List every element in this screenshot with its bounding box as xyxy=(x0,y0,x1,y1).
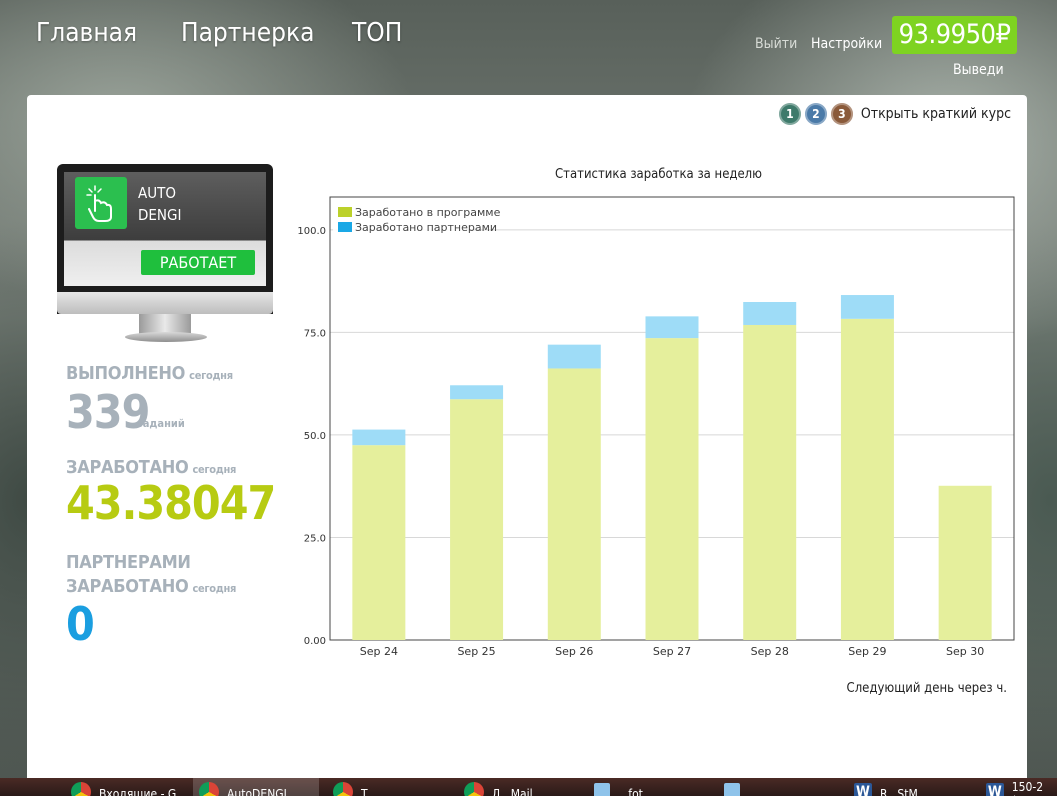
bar-partners xyxy=(840,295,894,319)
legend-label: Заработано партнерами xyxy=(355,221,497,234)
bar-program xyxy=(450,399,504,640)
taskbar-item[interactable]: Д...Mail xyxy=(458,778,584,796)
taskbar-item[interactable]: ...fot... xyxy=(588,778,714,796)
taskbar-item-label: Т xyxy=(361,787,368,796)
x-tick-label: Sep 24 xyxy=(360,645,398,658)
balance-badge: 93.9950₽ xyxy=(892,16,1017,54)
partners-label-text: ЗАРАБОТАНО xyxy=(66,576,189,597)
main-panel: 1 2 3 Открыть краткий курс AUTO DENGI РА… xyxy=(27,95,1027,785)
taskbar-item-label: ...fot... xyxy=(618,787,654,796)
notepad-icon xyxy=(724,783,740,796)
bar-program xyxy=(743,324,797,640)
app-title-line2: DENGI xyxy=(138,206,182,224)
notepad-icon xyxy=(594,783,610,796)
chrome-icon xyxy=(199,782,219,796)
app-title: AUTO DENGI xyxy=(138,182,181,226)
chart-title: Статистика заработка за неделю xyxy=(555,167,762,182)
legend-label: Заработано в программе xyxy=(355,206,501,219)
monitor-base xyxy=(125,332,207,342)
chrome-icon xyxy=(333,782,353,796)
word-icon: W xyxy=(854,783,872,796)
earned-value: 43.38047 xyxy=(66,476,276,530)
taskbar-item[interactable]: Входящие - G xyxy=(65,778,191,796)
bar-partners xyxy=(352,429,406,446)
done-label-text: ВЫПОЛНЕНО xyxy=(66,363,186,384)
y-tick-label: 50.0 xyxy=(304,431,326,442)
windows-taskbar: Входящие - G AutoDENGI Т Д...Mail ...fot....… xyxy=(0,778,1057,796)
monitor-widget: AUTO DENGI РАБОТАЕТ xyxy=(57,164,273,374)
top-navigation: Главная Партнерка ТОП Выйти Настройки 93… xyxy=(0,0,1057,95)
weekly-earnings-chart: 0.00 25.0 50.0 75.0 100.0 Sep 24 Sep 25 Sep 26 S… xyxy=(297,196,1015,658)
nav-top-link[interactable]: ТОП xyxy=(352,18,402,48)
done-today-label: сегодня xyxy=(189,369,233,382)
chrome-icon xyxy=(464,782,484,796)
taskbar-item-label: R...StM... xyxy=(880,787,929,796)
bar-partners xyxy=(743,302,797,325)
x-tick-label: Sep 25 xyxy=(457,645,495,658)
chrome-icon xyxy=(71,782,91,796)
legend-swatch xyxy=(338,207,352,217)
partners-today-label: сегодня xyxy=(192,582,237,595)
word-icon: W xyxy=(986,783,1004,796)
hand-tap-icon xyxy=(75,177,127,229)
short-course-link[interactable]: 1 2 3 Открыть краткий курс xyxy=(778,103,1011,125)
bar-program xyxy=(547,368,601,640)
x-tick-label: Sep 28 xyxy=(751,645,789,658)
taskbar-item[interactable]: W R...StM... xyxy=(848,778,974,796)
x-tick-label: Sep 27 xyxy=(653,645,691,658)
monitor-bezel xyxy=(57,292,273,314)
y-tick-label: 100.0 xyxy=(297,226,326,237)
nav-partner-link[interactable]: Партнерка xyxy=(181,18,314,48)
taskbar-item[interactable]: Т xyxy=(327,778,453,796)
taskbar-item[interactable]: W 150-2 (2 xyxy=(980,778,1057,796)
withdraw-link[interactable]: Выведи xyxy=(953,62,1004,78)
logout-link[interactable]: Выйти xyxy=(755,36,797,52)
working-status-button[interactable]: РАБОТАЕТ xyxy=(141,250,255,275)
partners-value: 0 xyxy=(66,597,95,651)
taskbar-item-label: AutoDENGI xyxy=(227,787,287,796)
medal-2-icon: 2 xyxy=(804,103,827,125)
monitor-screen: AUTO DENGI РАБОТАЕТ xyxy=(64,172,266,286)
x-tick-label: Sep 26 xyxy=(555,645,593,658)
done-units: заданий xyxy=(137,417,185,430)
x-tick-label: Sep 29 xyxy=(848,645,886,658)
taskbar-item[interactable]: AutoDENGI xyxy=(193,778,319,796)
bar-partners xyxy=(547,344,601,369)
next-day-label: Следующий день через ч. xyxy=(846,681,1007,696)
bar-partners xyxy=(645,316,699,339)
y-tick-label: 0.00 xyxy=(304,636,326,647)
earned-label: ЗАРАБОТАНО сегодня xyxy=(66,457,236,478)
partners-label-1: ПАРТНЕРАМИ xyxy=(66,552,191,573)
bar-program xyxy=(645,338,699,640)
legend-swatch xyxy=(338,222,352,232)
medal-1-icon: 1 xyxy=(778,103,801,125)
nav-home-link[interactable]: Главная xyxy=(36,18,137,48)
settings-link[interactable]: Настройки xyxy=(811,36,882,52)
y-tick-label: 75.0 xyxy=(304,328,326,339)
earned-label-text: ЗАРАБОТАНО xyxy=(66,457,189,478)
medal-3-icon: 3 xyxy=(830,103,853,125)
done-count: 339 xyxy=(66,385,150,439)
x-tick-label: Sep 30 xyxy=(946,645,984,658)
earned-today-label: сегодня xyxy=(192,463,237,476)
partners-label-2: ЗАРАБОТАНО сегодня xyxy=(66,576,236,597)
bar-partners xyxy=(450,385,504,400)
bar-program xyxy=(352,445,406,640)
bar-program xyxy=(938,485,992,640)
taskbar-item-label: Д...Mail xyxy=(492,787,533,796)
app-title-line1: AUTO xyxy=(138,184,176,202)
y-tick-label: 25.0 xyxy=(304,533,326,544)
monitor-stand xyxy=(139,314,191,334)
taskbar-item[interactable]: ... xyxy=(718,778,844,796)
done-label: ВЫПОЛНЕНО сегодня xyxy=(66,363,233,384)
short-course-label[interactable]: Открыть краткий курс xyxy=(861,106,1011,122)
taskbar-item-label: 150-2 (2 xyxy=(1011,780,1044,796)
bar-program xyxy=(840,318,894,640)
taskbar-item-label: ... xyxy=(748,787,759,796)
monitor-frame: AUTO DENGI РАБОТАЕТ xyxy=(57,164,273,314)
taskbar-item-label: Входящие - G xyxy=(99,787,177,796)
